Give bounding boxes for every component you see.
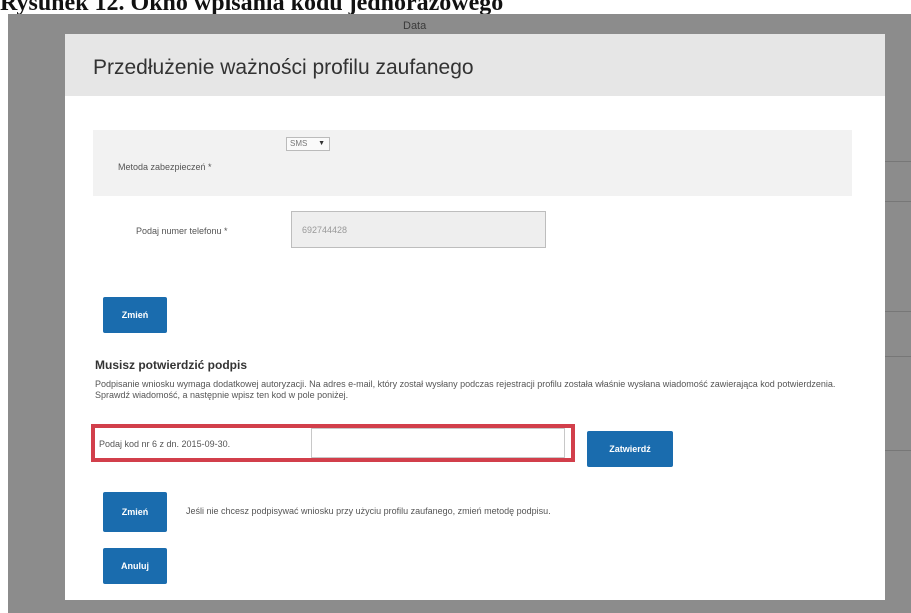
background-divider xyxy=(885,161,911,162)
background-divider xyxy=(885,311,911,312)
confirm-button[interactable]: Zatwierdź xyxy=(587,431,673,467)
background-column-header: Data xyxy=(403,20,427,32)
modal-dialog: Przedłużenie ważności profilu zaufanego … xyxy=(65,34,885,600)
cancel-button[interactable]: Anuluj xyxy=(103,548,167,584)
background-divider xyxy=(885,201,911,202)
modal-title: Przedłużenie ważności profilu zaufanego xyxy=(93,56,474,79)
signature-heading: Musisz potwierdzić podpis xyxy=(95,358,248,372)
modal-header: Przedłużenie ważności profilu zaufanego xyxy=(65,34,885,96)
code-label: Podaj kod nr 6 z dn. 2015-09-30. xyxy=(99,439,231,449)
security-method-label: Metoda zabezpieczeń * xyxy=(118,162,212,172)
code-input[interactable] xyxy=(311,428,565,458)
change-method-button[interactable]: Zmień xyxy=(103,492,167,532)
security-method-row: Metoda zabezpieczeń * SMS ▼ xyxy=(93,130,852,196)
screenshot: Data Przedłużenie ważności profilu zaufa… xyxy=(8,14,911,613)
phone-label: Podaj numer telefonu * xyxy=(136,226,228,236)
security-method-select[interactable]: SMS ▼ xyxy=(286,137,330,151)
security-method-value: SMS xyxy=(290,139,308,148)
phone-value: 692744428 xyxy=(302,225,348,235)
change-method-note: Jeśli nie chcesz podpisywać wniosku przy… xyxy=(186,506,551,516)
signature-description: Podpisanie wniosku wymaga dodatkowej aut… xyxy=(95,379,836,400)
dropdown-arrow-icon: ▼ xyxy=(318,140,325,147)
background-divider xyxy=(885,450,911,451)
change-phone-button[interactable]: Zmień xyxy=(103,297,167,333)
code-entry-highlight: Podaj kod nr 6 z dn. 2015-09-30. xyxy=(91,424,575,462)
background-divider xyxy=(885,356,911,357)
phone-input[interactable]: 692744428 xyxy=(291,211,546,248)
